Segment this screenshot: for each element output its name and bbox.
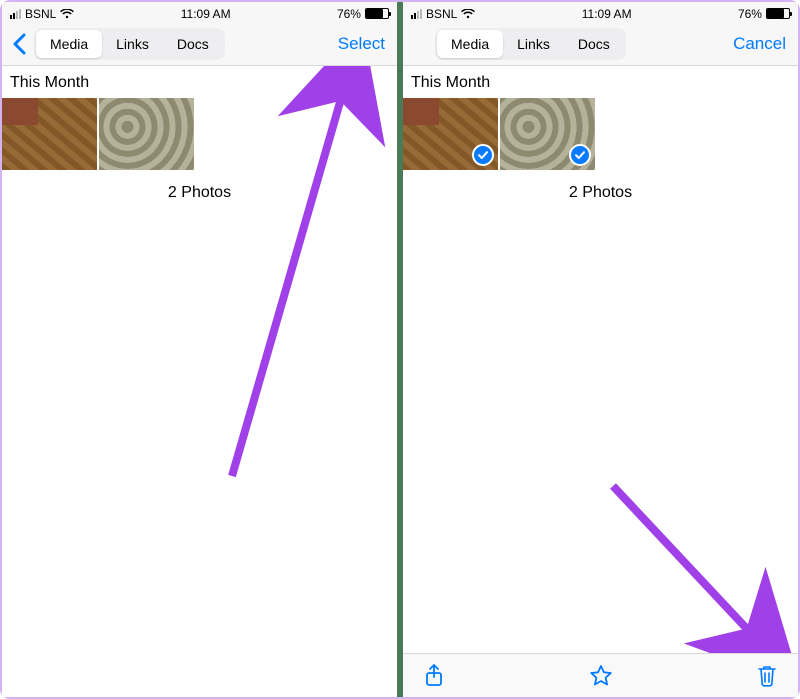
battery-icon xyxy=(766,8,790,19)
photo-thumbnail-selected[interactable] xyxy=(403,98,498,170)
select-button[interactable]: Select xyxy=(334,34,389,54)
delete-button[interactable] xyxy=(754,663,780,689)
status-bar: BSNL 11:09 AM 76% xyxy=(2,2,397,22)
checkmark-icon xyxy=(569,144,591,166)
chevron-left-icon xyxy=(12,33,26,55)
favorite-button[interactable] xyxy=(588,663,614,689)
share-icon xyxy=(424,664,444,688)
carrier-label: BSNL xyxy=(426,7,457,21)
phone-right: BSNL 11:09 AM 76% Media Links Docs Cance… xyxy=(403,2,798,697)
back-button[interactable] xyxy=(10,30,28,58)
status-bar: BSNL 11:09 AM 76% xyxy=(403,2,798,22)
section-header: This Month xyxy=(2,66,397,98)
tab-links[interactable]: Links xyxy=(503,30,564,58)
segmented-control[interactable]: Media Links Docs xyxy=(34,28,225,60)
nav-bar: Media Links Docs Select xyxy=(2,22,397,66)
signal-icon xyxy=(411,9,422,19)
battery-icon xyxy=(365,8,389,19)
tab-links[interactable]: Links xyxy=(102,30,163,58)
battery-percent: 76% xyxy=(738,7,762,21)
tab-docs[interactable]: Docs xyxy=(564,30,624,58)
signal-icon xyxy=(10,9,21,19)
thumbnail-grid xyxy=(403,98,798,170)
battery-percent: 76% xyxy=(337,7,361,21)
annotation-arrow xyxy=(593,446,798,653)
content-area: This Month 2 Photos xyxy=(403,66,798,653)
segmented-control[interactable]: Media Links Docs xyxy=(435,28,626,60)
star-icon xyxy=(589,664,613,688)
thumbnail-grid xyxy=(2,98,397,170)
tab-docs[interactable]: Docs xyxy=(163,30,223,58)
bottom-toolbar xyxy=(403,653,798,697)
phone-left: BSNL 11:09 AM 76% Media Links Docs Selec… xyxy=(2,2,397,697)
wifi-icon xyxy=(60,9,74,19)
checkmark-icon xyxy=(472,144,494,166)
photo-thumbnail-selected[interactable] xyxy=(500,98,595,170)
photo-thumbnail[interactable] xyxy=(99,98,194,170)
section-header: This Month xyxy=(403,66,798,98)
content-area: This Month 2 Photos xyxy=(2,66,397,697)
status-time: 11:09 AM xyxy=(582,7,632,21)
cancel-button[interactable]: Cancel xyxy=(729,34,790,54)
tab-media[interactable]: Media xyxy=(437,30,503,58)
tab-media[interactable]: Media xyxy=(36,30,102,58)
trash-icon xyxy=(757,664,777,688)
photo-count: 2 Photos xyxy=(2,170,397,216)
photo-thumbnail[interactable] xyxy=(2,98,97,170)
wifi-icon xyxy=(461,9,475,19)
carrier-label: BSNL xyxy=(25,7,56,21)
share-button[interactable] xyxy=(421,663,447,689)
nav-bar: Media Links Docs Cancel xyxy=(403,22,798,66)
photo-count: 2 Photos xyxy=(403,170,798,216)
status-time: 11:09 AM xyxy=(181,7,231,21)
